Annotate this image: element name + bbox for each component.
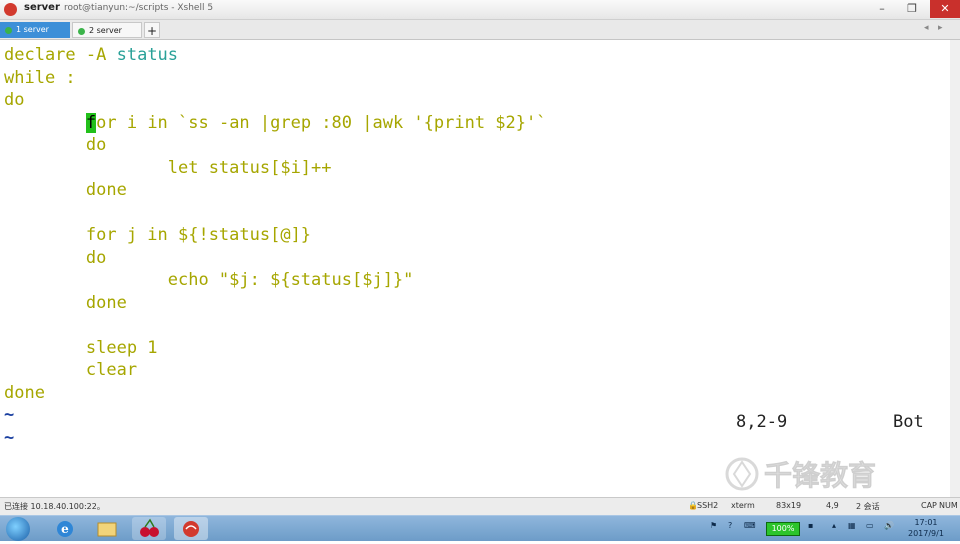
code-token: -A [85, 45, 117, 65]
tab-label: 1 server [16, 25, 49, 34]
terminal-scrollbar[interactable] [950, 40, 960, 497]
cursor-coords: 4,9 [826, 501, 839, 510]
code-token: ~ [4, 405, 15, 425]
tray-expand-icon[interactable]: ▴ [832, 521, 836, 530]
terminal-line: ~ [4, 404, 14, 426]
clock-time: 17:01 [914, 518, 938, 527]
terminal-line: done [4, 292, 127, 314]
code-token: or i in `ss -an |grep :80 |awk '{print $… [96, 112, 547, 133]
code-token: status [116, 45, 179, 65]
start-button[interactable] [6, 517, 30, 541]
terminal-line: do [4, 247, 106, 269]
volume-icon[interactable]: 🔊 [884, 521, 894, 530]
tab-server-1[interactable]: 1 server [0, 22, 70, 38]
code-token: while : [4, 67, 76, 88]
tab-scroll-left-icon[interactable]: ◂ [924, 23, 929, 33]
file-explorer-icon[interactable] [90, 517, 124, 540]
clock-date: 2017/9/1 [908, 529, 944, 538]
code-token: done [4, 292, 127, 313]
code-token: do [4, 247, 107, 268]
terminal-size: 83x19 [776, 501, 802, 510]
window-title: root@tianyun:~/scripts - Xshell 5 [64, 3, 214, 13]
close-button[interactable]: ✕ [930, 0, 960, 18]
terminal-line: while : [4, 67, 76, 89]
watermark-logo: 千锋教育 [725, 457, 876, 492]
code-token: do [4, 90, 25, 110]
xshell-status-bar: 已连接 10.18.40.100:22。 🔒 SSH2 xterm 83x19 … [0, 497, 960, 515]
tray-display-icon[interactable]: ▭ [866, 521, 874, 530]
vim-scroll-status: Bot [893, 412, 924, 432]
terminal-line: do [4, 89, 24, 111]
xshell-app-icon[interactable] [4, 3, 17, 16]
xshell-taskbar-icon[interactable] [174, 517, 208, 540]
taskbar-clock[interactable]: 17:01 2017/9/1 [908, 517, 944, 539]
terminal-line: for i in `ss -an |grep :80 |awk '{print … [4, 112, 546, 134]
num-lock-indicator: NUM [939, 501, 958, 510]
code-token: let status[$i]++ [4, 157, 332, 178]
maximize-button[interactable]: ❐ [898, 0, 926, 18]
tab-label: 2 server [89, 26, 122, 35]
connected-status-icon [78, 28, 85, 35]
window-app-name: server [24, 2, 60, 13]
session-tab-bar: 1 server 2 server + ◂ ▸ [0, 20, 960, 40]
code-token: for j in ${!status[@]} [4, 225, 312, 245]
terminal-line: done [4, 179, 127, 201]
session-count: 2 会话 [856, 502, 880, 511]
title-bar: server root@tianyun:~/scripts - Xshell 5… [0, 0, 960, 20]
tray-keyboard-icon[interactable]: ⌨ [744, 521, 756, 530]
tray-network-icon[interactable]: ▦ [848, 521, 856, 530]
add-tab-button[interactable]: + [144, 22, 160, 38]
terminal-line: sleep 1 [4, 337, 158, 359]
connection-status: 已连接 10.18.40.100:22。 [4, 502, 105, 511]
terminal-cursor: f [85, 112, 97, 133]
terminal-type: xterm [731, 501, 755, 510]
code-token: done [4, 382, 45, 403]
terminal-line: done [4, 382, 45, 404]
tray-flag-icon[interactable]: ⚑ [710, 521, 717, 530]
connected-status-icon [5, 27, 12, 34]
code-token: clear [4, 360, 138, 380]
svg-text:e: e [61, 522, 69, 536]
terminal-line: let status[$i]++ [4, 157, 332, 179]
svg-text:千锋教育: 千锋教育 [764, 459, 876, 492]
terminal-line: echo "$j: ${status[$j]}" [4, 269, 414, 291]
tray-help-icon[interactable]: ? [728, 521, 732, 530]
protocol-label: SSH2 [697, 501, 719, 510]
caps-lock-indicator: CAP [921, 501, 937, 510]
tray-power-icon[interactable]: ▪ [808, 521, 813, 530]
minimize-button[interactable]: – [868, 0, 896, 18]
code-token: declare [4, 45, 86, 65]
terminal-line: ~ [4, 427, 14, 449]
tab-server-2[interactable]: 2 server [72, 22, 142, 38]
code-token: ~ [4, 427, 15, 448]
code-token: sleep 1 [4, 337, 158, 358]
terminal-line: for j in ${!status[@]} [4, 224, 311, 246]
terminal-line: do [4, 134, 106, 156]
vim-cursor-position: 8,2-9 [736, 412, 788, 432]
battery-indicator[interactable]: 100% [766, 522, 800, 536]
terminal-line: declare -A status [4, 44, 178, 66]
terminal-area[interactable]: declare -A status while : do for i in `ss … [0, 40, 960, 497]
terminal-line: clear [4, 359, 137, 381]
internet-explorer-icon[interactable]: e [48, 517, 82, 540]
tab-scroll-right-icon[interactable]: ▸ [938, 23, 943, 33]
cherry-app-icon[interactable] [132, 517, 166, 540]
code-token: done [4, 180, 127, 200]
windows-taskbar: e ⚑ ? ⌨ 100% ▪ ▴ ▦ ▭ 🔊 17:01 2017/9/1 [0, 515, 960, 541]
code-token: echo "$j: ${status[$j]}" [4, 270, 414, 290]
code-token: do [4, 135, 107, 155]
